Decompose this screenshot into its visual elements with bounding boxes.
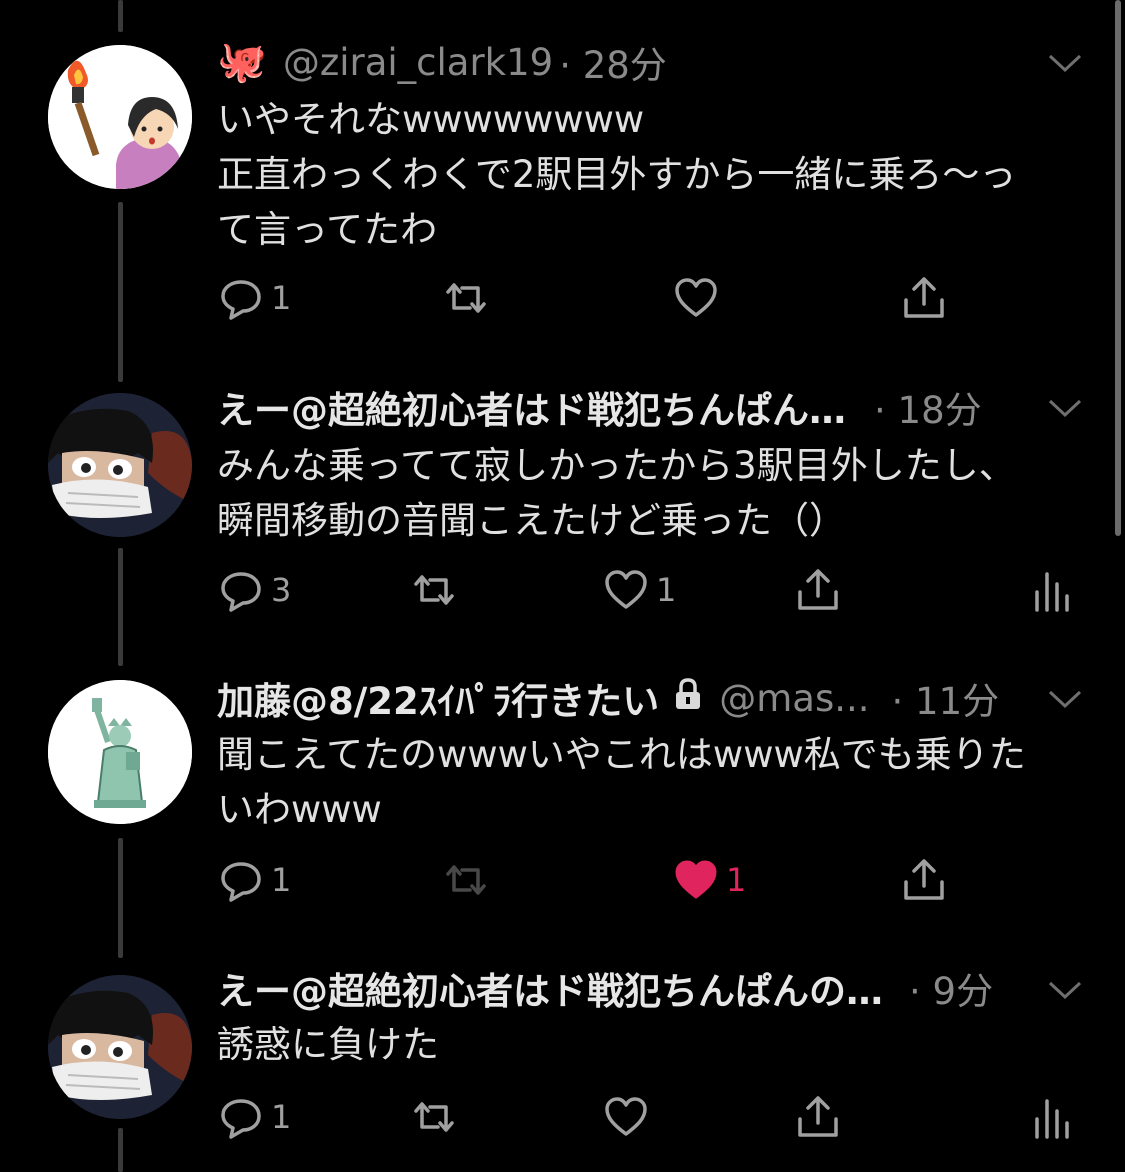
- timestamp[interactable]: · 18分: [874, 380, 982, 434]
- tweet-text-line: 誘惑に負けた: [217, 1023, 439, 1066]
- tweet-text-line: いわwww: [217, 788, 382, 831]
- thread-line: [118, 0, 123, 32]
- like-icon: [675, 860, 717, 899]
- tweet-text: 誘惑に負けた: [217, 1017, 1085, 1072]
- reply-icon: [221, 862, 261, 902]
- timestamp[interactable]: · 11分: [892, 671, 1000, 725]
- share-button[interactable]: [794, 565, 842, 615]
- retweet-button[interactable]: [410, 565, 458, 615]
- tweet-actions: 1: [217, 1092, 1097, 1142]
- thread-line: [118, 838, 123, 958]
- analytics-button[interactable]: [1027, 1092, 1075, 1142]
- analytics-icon: [1035, 1099, 1069, 1139]
- reply-icon: [221, 572, 261, 612]
- tweet-text-line: 正直わっくわくで2駅目外すから一緒に乗ろ〜っ: [217, 153, 1017, 196]
- display-name[interactable]: 加藤@8/22ｽｲﾊﾟﾗ行きたい: [217, 671, 659, 725]
- chevron-down-icon[interactable]: [1047, 52, 1083, 74]
- tweet-text-line: いやそれなwwwwwwww: [217, 98, 645, 141]
- tweet-text-line: みんな乗ってて寂しかったから3駅目外したし、: [217, 444, 1016, 487]
- like-button[interactable]: [672, 273, 720, 323]
- tweet-text-line: 聞こえてたのwwwいやこれはwww私でも乗りた: [217, 733, 1026, 776]
- user-handle[interactable]: @mas...: [719, 677, 869, 720]
- like-icon: [605, 1097, 647, 1136]
- share-icon: [798, 1096, 838, 1137]
- tweet-text-line: 瞬間移動の音聞こえたけど乗った（）: [217, 499, 846, 542]
- reply-button[interactable]: 1: [217, 855, 291, 905]
- reply-count: 3: [271, 571, 292, 609]
- like-button[interactable]: [602, 1092, 650, 1142]
- chevron-down-icon[interactable]: [1047, 688, 1083, 710]
- thread-line: [118, 548, 123, 666]
- tweet-actions: 3 1: [217, 565, 1097, 615]
- like-icon: [675, 278, 717, 317]
- thread-line: [118, 1128, 123, 1172]
- reply-icon: [221, 1099, 261, 1139]
- tweet-text: 聞こえてたのwwwいやこれはwww私でも乗りた いわwww: [217, 727, 1085, 837]
- like-count: 1: [656, 571, 677, 609]
- retweet-icon: [414, 1102, 454, 1132]
- analytics-icon: [1035, 572, 1069, 612]
- octopus-emoji: 🐙: [217, 39, 267, 85]
- display-name[interactable]: えー@超絶初心者はド戦犯ちんぱんの…: [217, 961, 883, 1015]
- tweet-actions: 1: [217, 273, 1097, 323]
- tweet-text: みんな乗ってて寂しかったから3駅目外したし、 瞬間移動の音聞こえたけど乗った（）: [217, 438, 1085, 548]
- share-icon: [904, 277, 944, 318]
- share-icon: [904, 859, 944, 900]
- reply-count: 1: [271, 1098, 292, 1136]
- share-button[interactable]: [794, 1092, 842, 1142]
- like-button[interactable]: 1: [602, 565, 676, 615]
- like-icon: [605, 570, 647, 609]
- analytics-button[interactable]: [1027, 565, 1075, 615]
- tweet-actions: 1 1: [217, 855, 1097, 905]
- avatar[interactable]: [48, 975, 192, 1119]
- retweet-button[interactable]: [442, 855, 490, 905]
- share-button[interactable]: [900, 273, 948, 323]
- retweet-button[interactable]: [442, 273, 490, 323]
- user-handle[interactable]: @zirai_clark19: [283, 41, 553, 84]
- avatar[interactable]: [48, 45, 192, 189]
- reply-count: 1: [271, 861, 292, 899]
- chevron-down-icon[interactable]: [1047, 397, 1083, 419]
- reply-button[interactable]: 1: [217, 1092, 291, 1142]
- share-button[interactable]: [900, 855, 948, 905]
- reply-button[interactable]: 1: [217, 273, 291, 323]
- chevron-down-icon[interactable]: [1047, 979, 1083, 1001]
- timestamp[interactable]: · 28分: [559, 35, 667, 89]
- tweet-text-line: て言ってたわ: [217, 208, 438, 251]
- retweet-button[interactable]: [410, 1092, 458, 1142]
- lock-icon: [673, 677, 703, 720]
- like-button[interactable]: 1: [672, 855, 746, 905]
- tweet-text: いやそれなwwwwwwww 正直わっくわくで2駅目外すから一緒に乗ろ〜っ て言っ…: [217, 92, 1085, 257]
- share-icon: [798, 569, 838, 610]
- avatar[interactable]: [48, 680, 192, 824]
- retweet-icon: [446, 283, 486, 313]
- retweet-icon: [414, 575, 454, 605]
- display-name[interactable]: えー@超絶初心者はド戦犯ちんぱん…: [217, 380, 846, 434]
- reply-button[interactable]: 3: [217, 565, 291, 615]
- avatar[interactable]: [48, 393, 192, 537]
- retweet-icon: [446, 865, 486, 895]
- thread-line: [118, 202, 123, 382]
- like-count: 1: [726, 861, 747, 899]
- timestamp[interactable]: · 9分: [909, 961, 993, 1015]
- reply-icon: [221, 280, 261, 320]
- reply-count: 1: [271, 279, 292, 317]
- scrollbar[interactable]: [1115, 0, 1121, 536]
